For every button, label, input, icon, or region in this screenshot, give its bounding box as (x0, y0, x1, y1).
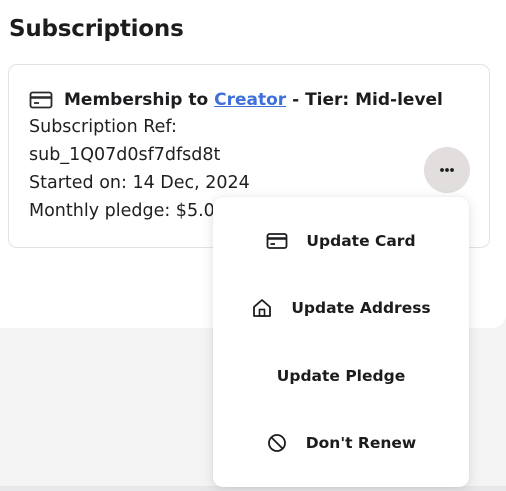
menu-item-update-card[interactable]: Update Card (213, 219, 469, 263)
subscription-ref-value: sub_1Q07d0sf7dfsd8t (29, 145, 221, 165)
subscription-header: Membership to Creator - Tier: Mid-level (29, 90, 443, 110)
page-title: Subscriptions (9, 16, 184, 42)
tier-text: - Tier: Mid-level (286, 90, 443, 110)
started-on-text: Started on: 14 Dec, 2024 (29, 173, 250, 193)
menu-item-label: Update Card (306, 232, 416, 250)
monthly-pledge-text: Monthly pledge: $5.00 (29, 201, 226, 221)
menu-item-label: Update Pledge (276, 367, 406, 385)
block-icon (266, 432, 288, 454)
menu-item-update-pledge[interactable]: Update Pledge (213, 354, 469, 398)
home-icon (251, 297, 273, 319)
more-options-button[interactable] (424, 147, 470, 193)
credit-card-icon (266, 230, 288, 252)
ellipsis-icon (439, 167, 455, 173)
credit-card-icon (29, 90, 53, 110)
creator-link[interactable]: Creator (214, 90, 286, 110)
subscription-ref-label: Subscription Ref: (29, 117, 177, 137)
menu-item-label: Update Address (291, 299, 431, 317)
menu-item-dont-renew[interactable]: Don't Renew (213, 421, 469, 465)
menu-item-label: Don't Renew (305, 434, 417, 452)
menu-item-update-address[interactable]: Update Address (213, 286, 469, 330)
header-prefix: Membership to (64, 90, 215, 110)
subscription-actions-menu: Update Card Update Address Update Pledge… (213, 197, 469, 487)
